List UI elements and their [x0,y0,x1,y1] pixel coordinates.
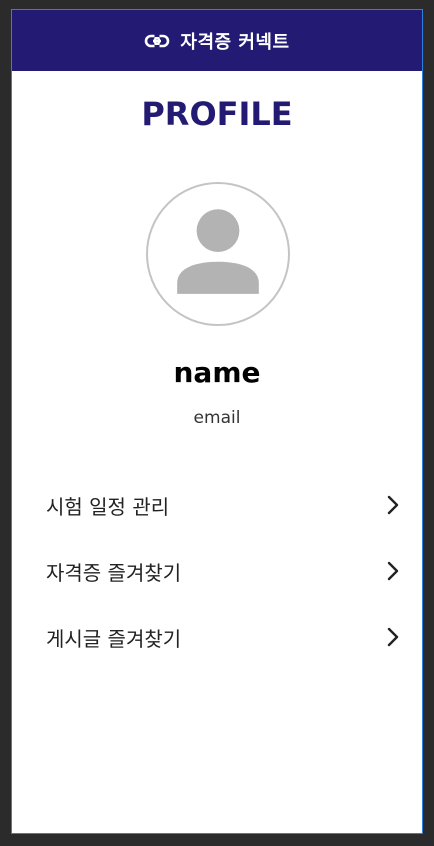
profile-menu: 시험 일정 관리 자격증 즐겨찾기 게시글 즐겨찾기 [12,472,422,670]
menu-item-label: 게시글 즐겨찾기 [46,626,182,651]
menu-item-post-favorites[interactable]: 게시글 즐겨찾기 [12,604,422,670]
app-title: 자격증 커넥트 [180,31,290,53]
avatar [146,182,290,326]
app-header: 자격증 커넥트 [12,10,422,71]
link-icon [144,28,170,54]
menu-item-label: 시험 일정 관리 [46,494,170,519]
person-icon [177,209,259,294]
menu-item-exam-schedule[interactable]: 시험 일정 관리 [12,472,422,538]
app-frame: 자격증 커넥트 PROFILE name email 시험 일정 관리 자격증 … [11,9,423,834]
page-title: PROFILE [141,95,293,133]
profile-email: email [193,408,241,428]
chevron-right-icon [387,561,399,581]
menu-item-label: 자격증 즐겨찾기 [46,560,182,585]
chevron-right-icon [387,627,399,647]
chevron-right-icon [387,495,399,515]
menu-item-cert-favorites[interactable]: 자격증 즐겨찾기 [12,538,422,604]
profile-name: name [173,356,261,389]
